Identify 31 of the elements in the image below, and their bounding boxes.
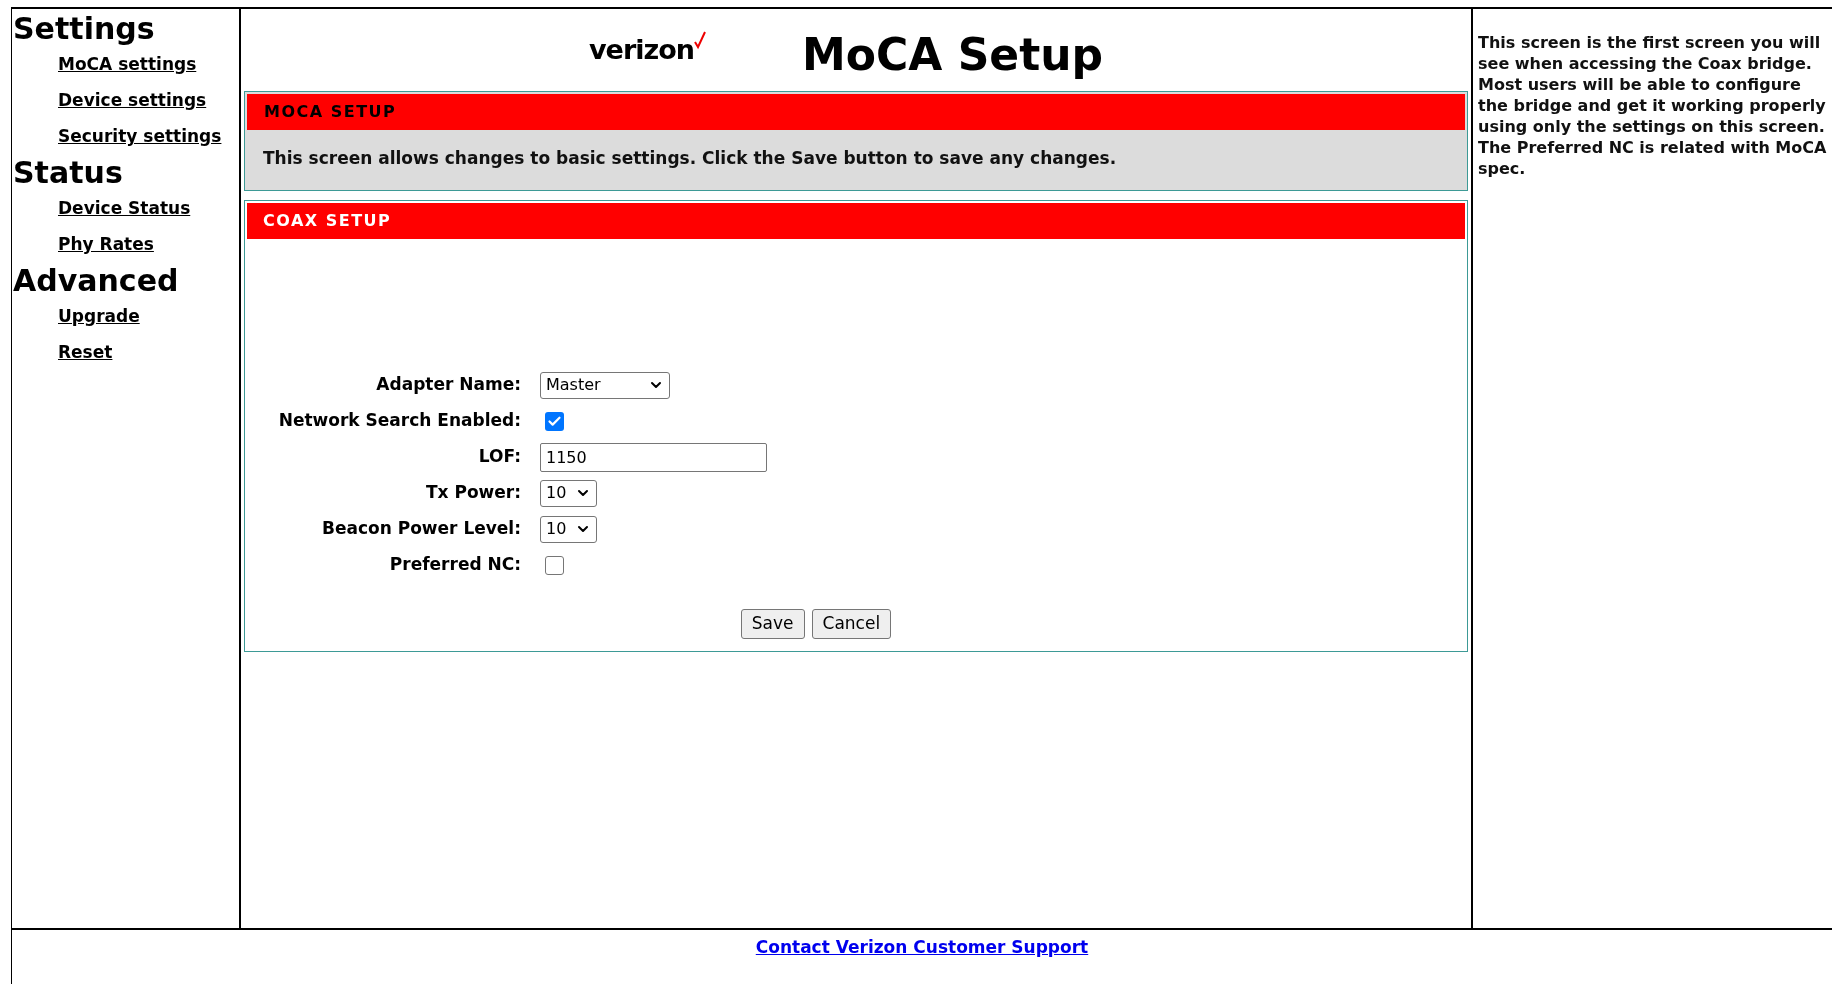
help-text: This screen is the first screen you will see when accessing the Coax bridge. Most users will be able to configure the bridge and get it working properly using only the settings on this screen. The Preferred NC is related with MoCA spec. [1478, 32, 1828, 179]
lof-input[interactable]: 1150 [540, 442, 767, 472]
section-heading: Settings [13, 11, 156, 47]
section-heading: Status [13, 155, 124, 191]
field-label: Preferred NC: [389, 553, 521, 577]
sidebar-link[interactable]: Device settings [58, 88, 207, 114]
sidebar-link[interactable]: Security settings [58, 124, 222, 150]
checkbox[interactable] [545, 555, 564, 575]
cancel-button[interactable]: Cancel [811, 609, 892, 639]
sidebar-link[interactable]: MoCA settings [58, 52, 197, 78]
page-title: MoCA Setup [801, 28, 1103, 82]
section-title: COAX SETUP [247, 203, 1465, 239]
field-label: Network Search Enabled: [278, 409, 521, 433]
field-label: LOF: [478, 445, 521, 469]
field-label: Beacon Power Level: [322, 517, 521, 541]
save-button[interactable]: Save [740, 609, 805, 639]
sidebar-link[interactable]: Device Status [58, 196, 191, 222]
dropdown[interactable]: 10 [540, 479, 597, 507]
field-label: Tx Power: [425, 481, 521, 505]
section-heading: Advanced [13, 263, 180, 299]
field-label: Adapter Name: [376, 373, 521, 397]
dropdown[interactable]: 10 [540, 515, 597, 543]
sidebar-link[interactable]: Phy Rates [58, 232, 154, 258]
description-text: This screen allows changes to basic settings. Click the Save button to save any changes. [263, 147, 1117, 171]
sidebar-link[interactable]: Upgrade [58, 304, 140, 330]
checkbox[interactable] [545, 411, 564, 431]
verizon-logo: verizon [589, 29, 706, 71]
section-title: MOCA SETUP [247, 94, 1465, 130]
support-link[interactable]: Contact Verizon Customer Support [755, 935, 1089, 961]
sidebar-link[interactable]: Reset [58, 340, 113, 366]
dropdown[interactable]: Master [540, 371, 670, 399]
